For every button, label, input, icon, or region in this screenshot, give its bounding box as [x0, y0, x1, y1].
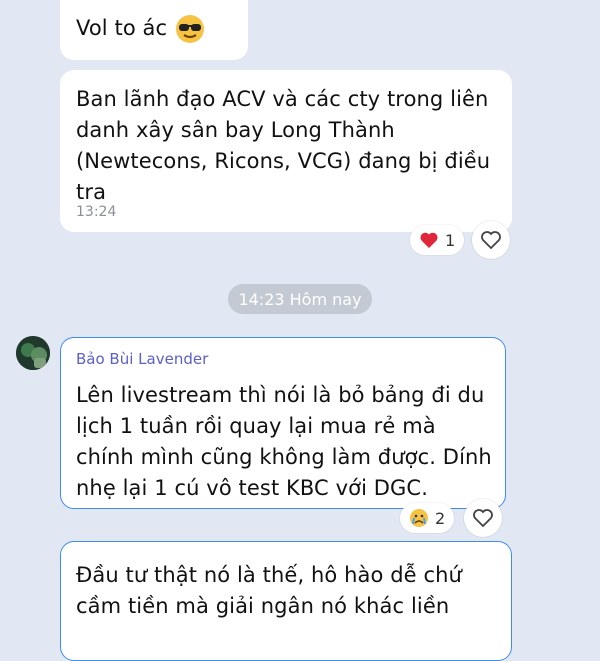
reaction-count: 1: [445, 230, 456, 250]
date-separator: 14:23 Hôm nay: [228, 284, 372, 314]
reaction-pill[interactable]: 2: [400, 503, 455, 533]
message-text: Vol to ác: [76, 16, 168, 40]
like-button[interactable]: [464, 499, 502, 537]
message-text: Ban lãnh đạo ACV và các cty trong liên d…: [76, 87, 491, 204]
heart-outline-icon: [480, 230, 502, 250]
like-button[interactable]: [472, 221, 510, 259]
message-bubble-1[interactable]: Vol to ác: [60, 0, 248, 60]
message-bubble-2[interactable]: Ban lãnh đạo ACV và các cty trong liên d…: [60, 70, 512, 232]
message-time: 13:24: [76, 204, 117, 220]
message-bubble-4[interactable]: Đầu tư thật nó là thế, hô hào dễ chứ cầm…: [60, 541, 512, 661]
message-text: Đầu tư thật nó là thế, hô hào dễ chứ cầm…: [76, 563, 462, 618]
heart-icon: [419, 231, 439, 249]
reaction-pill[interactable]: 1: [410, 225, 465, 255]
sender-name[interactable]: Bảo Bùi Lavender: [76, 350, 208, 368]
avatar[interactable]: [16, 336, 50, 370]
message-text: Lên livestream thì nói là bỏ bảng đi du …: [76, 383, 492, 500]
heart-outline-icon: [472, 508, 494, 528]
sunglasses-emoji-icon: [175, 14, 205, 44]
crying-face-icon: [409, 508, 429, 528]
message-bubble-3[interactable]: Bảo Bùi Lavender Lên livestream thì nói …: [60, 337, 506, 509]
reaction-count: 2: [435, 508, 446, 528]
